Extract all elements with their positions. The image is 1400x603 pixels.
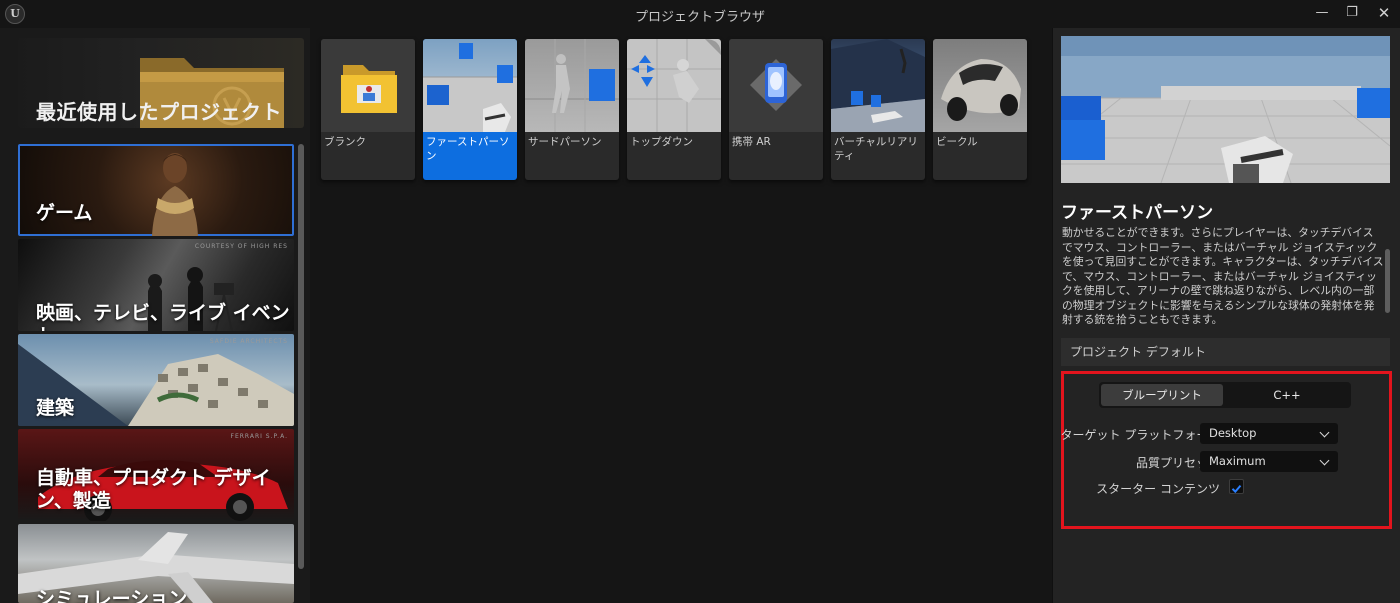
starter-content-label: スターター コンテンツ <box>1096 482 1220 496</box>
restore-icon[interactable]: ❐ <box>1340 3 1364 23</box>
category-panel: 最近使用したプロジェクト ゲーム COURTESY OF HIGH RES 映画… <box>0 28 310 603</box>
template-title: ファーストパーソン <box>1061 203 1214 223</box>
template-blank[interactable]: ブランク <box>321 39 415 180</box>
first-person-preview-scene <box>1061 36 1390 183</box>
quality-preset-value: Maximum <box>1209 454 1266 468</box>
category-scrollbar[interactable] <box>298 144 304 569</box>
target-platform-value: Desktop <box>1209 426 1257 440</box>
template-blank-thumb <box>321 39 415 132</box>
template-first-person[interactable]: ファーストパーソン <box>423 39 517 180</box>
template-preview-image <box>1061 36 1390 183</box>
category-film-credit: COURTESY OF HIGH RES <box>194 243 288 250</box>
category-architecture[interactable]: SAFDIE ARCHITECTS 建築 <box>18 334 294 426</box>
blank-folder-icon <box>341 65 397 113</box>
template-handheld-ar-label: 携帯 AR <box>732 136 771 148</box>
third-person-scene <box>525 39 619 132</box>
template-handheld-ar[interactable]: 携帯 AR <box>729 39 823 180</box>
template-handheld-ar-thumb <box>729 39 823 132</box>
blueprint-option[interactable]: ブループリント <box>1101 384 1223 406</box>
minimize-icon[interactable]: — <box>1310 3 1334 23</box>
window-title: プロジェクトブラウザ <box>634 10 765 25</box>
template-top-down[interactable]: トップダウン <box>627 39 721 180</box>
template-vehicle-label: ビークル <box>936 136 978 148</box>
category-simulation[interactable]: シミュレーション <box>18 524 294 603</box>
template-first-person-thumb <box>423 39 517 132</box>
quality-preset-dropdown[interactable]: Maximum <box>1200 451 1338 472</box>
template-third-person-thumb <box>525 39 619 132</box>
template-virtual-reality-thumb <box>831 39 925 132</box>
recent-projects-label: 最近使用したプロジェクト <box>36 100 282 124</box>
category-games-label: ゲーム <box>36 202 93 224</box>
starter-content-checkbox[interactable] <box>1229 479 1244 494</box>
template-top-down-thumb <box>627 39 721 132</box>
template-grid: ブランク ファーストパーソン サードパーソン トップダウン 携帯 AR バーチャ… <box>310 28 1052 603</box>
character-illustration <box>152 153 198 236</box>
category-simulation-label: シミュレーション <box>36 588 188 603</box>
template-virtual-reality-label: バーチャルリアリティ <box>834 136 918 162</box>
close-icon[interactable]: ✕ <box>1372 3 1396 23</box>
template-vehicle-thumb <box>933 39 1027 132</box>
vr-scene <box>831 39 925 132</box>
template-third-person[interactable]: サードパーソン <box>525 39 619 180</box>
language-toggle[interactable]: ブループリント C++ <box>1099 382 1351 408</box>
template-blank-label: ブランク <box>324 136 366 148</box>
template-first-person-label: ファーストパーソン <box>426 136 510 162</box>
title-bar: U プロジェクトブラウザ — ❐ ✕ <box>0 0 1400 28</box>
template-top-down-label: トップダウン <box>630 136 693 148</box>
category-automotive[interactable]: FERRARI S.P.A. 自動車、プロダクト デザイン、製造 <box>18 429 294 521</box>
template-third-person-label: サードパーソン <box>528 136 602 148</box>
category-architecture-label: 建築 <box>36 397 75 419</box>
category-automotive-label: 自動車、プロダクト デザイン、製造 <box>36 467 271 512</box>
template-virtual-reality[interactable]: バーチャルリアリティ <box>831 39 925 180</box>
category-list[interactable]: ゲーム COURTESY OF HIGH RES 映画、テレビ、ライブ イベント… <box>16 142 296 603</box>
chevron-down-icon <box>1319 455 1330 466</box>
recent-projects-card[interactable]: 最近使用したプロジェクト <box>18 38 304 128</box>
category-film-tv[interactable]: COURTESY OF HIGH RES 映画、テレビ、ライブ イベント <box>18 239 294 331</box>
target-platform-dropdown[interactable]: Desktop <box>1200 423 1338 444</box>
checkmark-icon <box>1231 484 1242 494</box>
top-down-scene <box>627 39 721 132</box>
chevron-down-icon <box>1319 427 1330 438</box>
description-scrollbar[interactable] <box>1385 249 1390 313</box>
project-defaults-header: プロジェクト デフォルト <box>1061 338 1390 366</box>
vehicle-scene <box>941 59 1021 121</box>
template-vehicle[interactable]: ビークル <box>933 39 1027 180</box>
cpp-option[interactable]: C++ <box>1226 384 1348 406</box>
phone-icon <box>750 59 802 111</box>
details-panel: ファーストパーソン 動かせることができます。さらにプレイヤーは、タッチデバイスで… <box>1052 28 1400 603</box>
template-description: 動かせることができます。さらにプレイヤーは、タッチデバイスでマウス、コントローラ… <box>1062 226 1384 326</box>
category-film-label: 映画、テレビ、ライブ イベント <box>36 302 290 331</box>
first-person-scene <box>423 43 517 132</box>
category-games[interactable]: ゲーム <box>18 144 294 236</box>
target-platform-label: ターゲット プラットフォーム <box>1060 428 1220 442</box>
